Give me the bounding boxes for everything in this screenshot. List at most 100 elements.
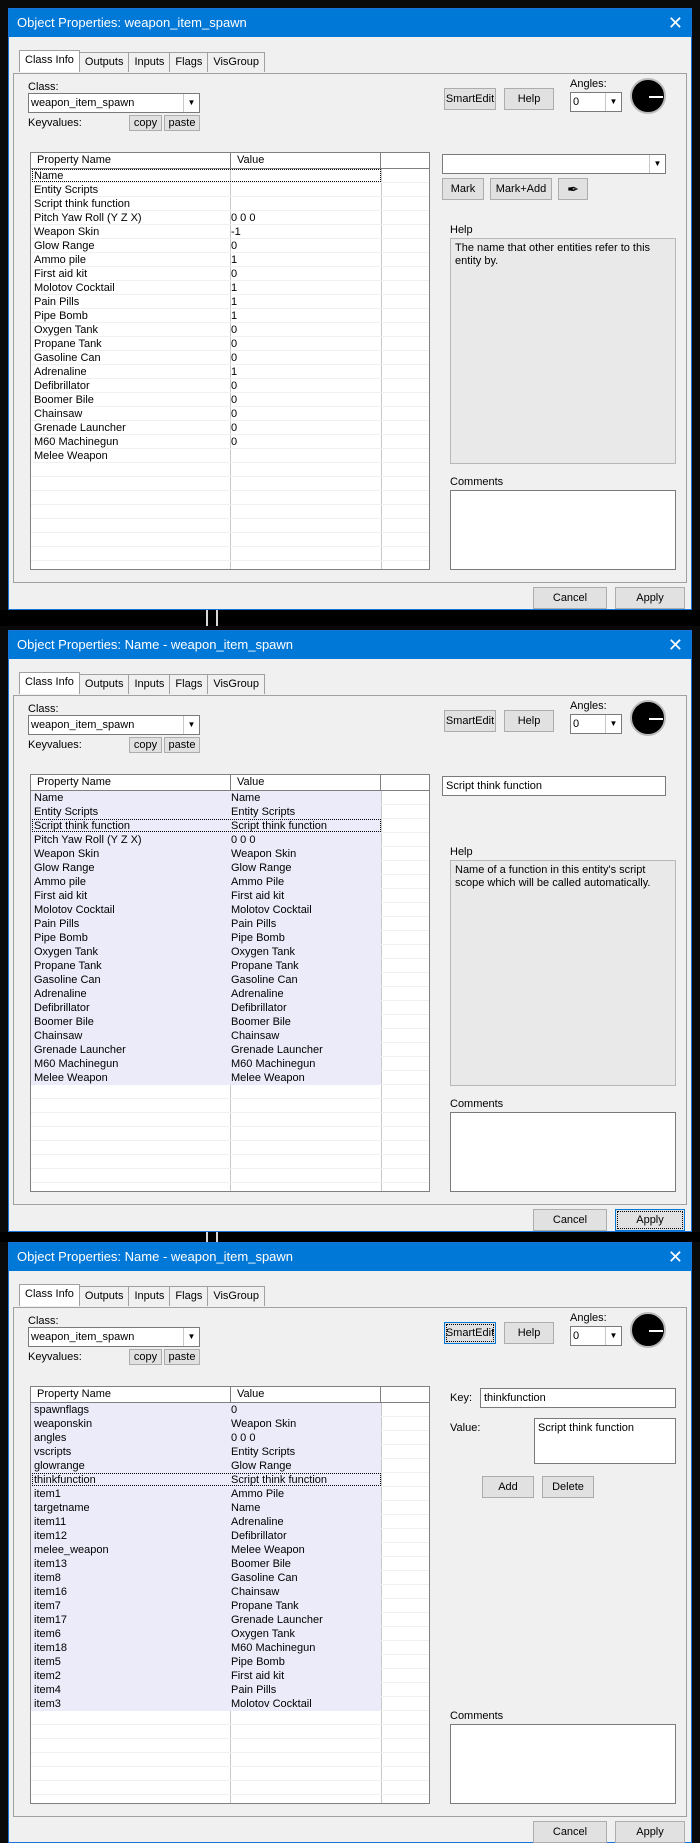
table-row[interactable]	[31, 533, 429, 547]
table-row[interactable]	[31, 1155, 429, 1169]
tab-class-info[interactable]: Class Info	[19, 50, 80, 72]
column-header-value[interactable]: Value	[231, 153, 381, 168]
table-row[interactable]: Entity Scripts	[31, 183, 429, 197]
table-row[interactable]	[31, 505, 429, 519]
tab-flags[interactable]: Flags	[169, 1286, 209, 1306]
tab-visgroup[interactable]: VisGroup	[207, 1286, 265, 1306]
class-select[interactable]: weapon_item_spawn ▼	[28, 1327, 200, 1347]
angles-dial[interactable]	[630, 700, 666, 736]
paste-button[interactable]: paste	[164, 737, 200, 753]
table-row[interactable]	[31, 1085, 429, 1099]
table-row[interactable]: Adrenaline 1	[31, 365, 429, 379]
table-row[interactable]: Melee Weapon Melee Weapon	[31, 1071, 429, 1085]
table-row[interactable]	[31, 1753, 429, 1767]
table-row[interactable]: Glow Range 0	[31, 239, 429, 253]
eyedropper-icon[interactable]: ✒	[558, 178, 588, 200]
table-row[interactable]: angles 0 0 0	[31, 1431, 429, 1445]
smartedit-button[interactable]: SmartEdit	[444, 88, 496, 110]
table-row[interactable]: Propane Tank 0	[31, 337, 429, 351]
table-row[interactable]: Name	[31, 169, 429, 183]
angles-select[interactable]: 0 ▼	[570, 714, 622, 734]
add-button[interactable]: Add	[482, 1476, 534, 1498]
paste-button[interactable]: paste	[164, 115, 200, 131]
column-header-value[interactable]: Value	[231, 1387, 381, 1402]
table-row[interactable]: thinkfunction Script think function	[31, 1473, 429, 1487]
table-row[interactable]: M60 Machinegun 0	[31, 435, 429, 449]
table-row[interactable]: item13 Boomer Bile	[31, 1557, 429, 1571]
table-row[interactable]: Script think function	[31, 197, 429, 211]
table-row[interactable]: item16 Chainsaw	[31, 1585, 429, 1599]
table-row[interactable]: glowrange Glow Range	[31, 1459, 429, 1473]
table-row[interactable]: item7 Propane Tank	[31, 1599, 429, 1613]
value-field[interactable]: Script think function	[442, 776, 666, 796]
tab-flags[interactable]: Flags	[169, 52, 209, 72]
class-select[interactable]: weapon_item_spawn ▼	[28, 715, 200, 735]
key-field[interactable]: thinkfunction	[480, 1388, 676, 1408]
angles-select[interactable]: 0 ▼	[570, 92, 622, 112]
table-row[interactable]	[31, 1113, 429, 1127]
table-row[interactable]	[31, 1099, 429, 1113]
table-row[interactable]: Weapon Skin Weapon Skin	[31, 847, 429, 861]
comments-textarea[interactable]	[450, 490, 676, 570]
column-header-property[interactable]: Property Name	[31, 153, 231, 168]
table-row[interactable]: Pitch Yaw Roll (Y Z X) 0 0 0	[31, 211, 429, 225]
table-row[interactable]: item8 Gasoline Can	[31, 1571, 429, 1585]
tab-inputs[interactable]: Inputs	[128, 674, 171, 694]
table-row[interactable]: Gasoline Can 0	[31, 351, 429, 365]
table-row[interactable]	[31, 519, 429, 533]
table-row[interactable]: Chainsaw Chainsaw	[31, 1029, 429, 1043]
column-header-value[interactable]: Value	[231, 775, 381, 790]
cancel-button[interactable]: Cancel	[533, 587, 607, 609]
comments-textarea[interactable]	[450, 1112, 676, 1192]
mark-button[interactable]: Mark	[442, 178, 484, 200]
table-row[interactable]: item11 Adrenaline	[31, 1515, 429, 1529]
table-row[interactable]: item4 Pain Pills	[31, 1683, 429, 1697]
table-row[interactable]	[31, 1711, 429, 1725]
table-row[interactable]: Molotov Cocktail 1	[31, 281, 429, 295]
value-select[interactable]: ▼	[442, 154, 666, 174]
tab-outputs[interactable]: Outputs	[78, 52, 130, 72]
tab-visgroup[interactable]: VisGroup	[207, 674, 265, 694]
table-row[interactable]: Grenade Launcher Grenade Launcher	[31, 1043, 429, 1057]
copy-button[interactable]: copy	[129, 737, 162, 753]
table-row[interactable]: item18 M60 Machinegun	[31, 1641, 429, 1655]
tab-class-info[interactable]: Class Info	[19, 1284, 80, 1306]
table-row[interactable]	[31, 463, 429, 477]
tab-class-info[interactable]: Class Info	[19, 672, 80, 694]
table-row[interactable]: item3 Molotov Cocktail	[31, 1697, 429, 1711]
smartedit-button[interactable]: SmartEdit	[444, 1322, 496, 1344]
close-icon[interactable]: ✕	[668, 9, 683, 37]
smartedit-button[interactable]: SmartEdit	[444, 710, 496, 732]
table-row[interactable]	[31, 1725, 429, 1739]
copy-button[interactable]: copy	[129, 115, 162, 131]
table-row[interactable]	[31, 1169, 429, 1183]
table-row[interactable]: Gasoline Can Gasoline Can	[31, 973, 429, 987]
table-row[interactable]: item2 First aid kit	[31, 1669, 429, 1683]
table-row[interactable]: Grenade Launcher 0	[31, 421, 429, 435]
comments-textarea[interactable]	[450, 1724, 676, 1804]
table-row[interactable]: Defibrillator 0	[31, 379, 429, 393]
paste-button[interactable]: paste	[164, 1349, 200, 1365]
table-row[interactable]: First aid kit First aid kit	[31, 889, 429, 903]
help-button[interactable]: Help	[504, 1322, 554, 1344]
cancel-button[interactable]: Cancel	[533, 1209, 607, 1231]
table-row[interactable]: item17 Grenade Launcher	[31, 1613, 429, 1627]
tab-inputs[interactable]: Inputs	[128, 1286, 171, 1306]
table-row[interactable]: vscripts Entity Scripts	[31, 1445, 429, 1459]
table-row[interactable]: Adrenaline Adrenaline	[31, 987, 429, 1001]
cancel-button[interactable]: Cancel	[533, 1821, 607, 1843]
help-button[interactable]: Help	[504, 710, 554, 732]
tab-inputs[interactable]: Inputs	[128, 52, 171, 72]
angles-dial[interactable]	[630, 78, 666, 114]
table-row[interactable]: Defibrillator Defibrillator	[31, 1001, 429, 1015]
table-row[interactable]: Ammo pile 1	[31, 253, 429, 267]
delete-button[interactable]: Delete	[542, 1476, 594, 1498]
table-row[interactable]: Pitch Yaw Roll (Y Z X) 0 0 0	[31, 833, 429, 847]
help-button[interactable]: Help	[504, 88, 554, 110]
mark-add-button[interactable]: Mark+Add	[490, 178, 552, 200]
table-row[interactable]	[31, 1141, 429, 1155]
column-header-property[interactable]: Property Name	[31, 775, 231, 790]
table-row[interactable]: First aid kit 0	[31, 267, 429, 281]
table-row[interactable]: Molotov Cocktail Molotov Cocktail	[31, 903, 429, 917]
table-row[interactable]: Entity Scripts Entity Scripts	[31, 805, 429, 819]
